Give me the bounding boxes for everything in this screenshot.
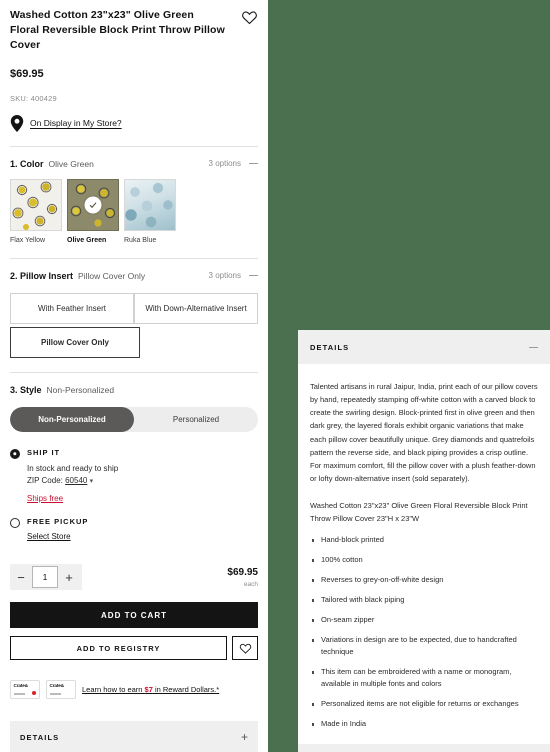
rewards-amount: $7: [144, 685, 153, 695]
free-pickup-label: FREE PICKUP: [27, 517, 89, 527]
delivery-options: SHIP IT In stock and ready to ship ZIP C…: [10, 448, 258, 545]
title-row: Washed Cotton 23"x23" Olive Green Floral…: [10, 8, 258, 54]
color-section-header[interactable]: 1. Color Olive Green 3 options: [10, 159, 258, 169]
details-overlay-panel: DETAILS Talented artisans in rural Jaipu…: [298, 330, 550, 752]
quantity-stepper: − 1 +: [10, 564, 82, 591]
details-body: Talented artisans in rural Jaipur, India…: [298, 380, 550, 730]
radio-free-pickup[interactable]: [10, 518, 20, 529]
credit-card-icon: Crate&: [10, 680, 40, 700]
favorite-heart-icon[interactable]: [241, 9, 258, 26]
color-section-number: 1. Color: [10, 158, 44, 169]
list-item: Reverses to grey-on-off-white design: [310, 574, 538, 586]
credit-card-icon: Crate&: [46, 680, 76, 700]
list-item: 100% cotton: [310, 554, 538, 566]
accordion-title: DETAILS: [20, 732, 60, 742]
select-store-link[interactable]: Select Store: [27, 532, 71, 541]
color-swatch-flax-yellow[interactable]: Flax Yellow: [10, 178, 62, 244]
list-item: This item can be embroidered with a name…: [310, 666, 538, 690]
insert-option-down-alternative[interactable]: With Down-Alternative Insert: [134, 292, 258, 324]
color-swatch-olive-green[interactable]: Olive Green: [67, 178, 119, 244]
color-option-count: 3 options: [208, 159, 241, 169]
style-section-header: 3. Style Non-Personalized: [10, 385, 258, 395]
quantity-row: − 1 + $69.95 each: [10, 564, 258, 591]
on-display-store-link[interactable]: On Display in My Store?: [30, 118, 122, 128]
quantity-input[interactable]: 1: [32, 566, 58, 589]
style-section-number: 3. Style: [10, 384, 42, 395]
rewards-text-before: Learn how to earn: [82, 685, 145, 695]
divider: [10, 371, 258, 373]
color-selected-value: Olive Green: [48, 158, 94, 169]
color-swatch-list: Flax Yellow Olive Green Ruka Blue: [10, 178, 258, 244]
add-to-cart-button[interactable]: ADD TO CART: [10, 602, 258, 629]
list-item: Hand-block printed: [310, 534, 538, 546]
color-swatch-ruka-blue[interactable]: Ruka Blue: [124, 178, 176, 244]
line-price-amount: $69.95: [227, 566, 258, 578]
style-selected-value: Non-Personalized: [46, 384, 115, 395]
wishlist-heart-icon[interactable]: [232, 636, 258, 661]
chevron-down-icon[interactable]: ▾: [90, 478, 94, 485]
zip-label: ZIP Code:: [27, 475, 63, 485]
card-brand-label: Crate&: [49, 683, 65, 689]
quantity-increase-button[interactable]: +: [58, 564, 80, 590]
stock-text: In stock and ready to ship: [27, 463, 119, 473]
insert-option-group: With Feather Insert With Down-Alternativ…: [10, 292, 258, 358]
location-pin-icon: [10, 114, 24, 132]
swatch-pattern-icon: [125, 179, 175, 230]
list-item: Tailored with black piping: [310, 594, 538, 606]
card-brand-label: Crate&: [13, 683, 29, 689]
insert-option-feather[interactable]: With Feather Insert: [10, 292, 134, 324]
radio-ship-it[interactable]: [10, 448, 20, 459]
list-item: On-seam zipper: [310, 614, 538, 626]
line-price: $69.95 each: [227, 567, 258, 588]
registry-row: ADD TO REGISTRY: [10, 636, 258, 661]
collapse-minus-icon[interactable]: [249, 275, 258, 277]
color-swatch-label: Flax Yellow: [10, 236, 46, 244]
product-name-dimensions: Washed Cotton 23"x23" Olive Green Floral…: [310, 501, 528, 524]
insert-section-number: 2. Pillow Insert: [10, 270, 74, 281]
style-toggle-group: Non-Personalized Personalized: [10, 406, 258, 432]
rewards-text-after: in Reward Dollars.*: [152, 685, 220, 695]
free-pickup-option[interactable]: FREE PICKUP Select Store: [10, 517, 258, 544]
screen: Washed Cotton 23"x23" Olive Green Floral…: [0, 0, 550, 752]
swatch-pattern-icon: [11, 179, 61, 230]
page-title: Washed Cotton 23"x23" Olive Green Floral…: [10, 9, 225, 52]
insert-section-header[interactable]: 2. Pillow Insert Pillow Cover Only 3 opt…: [10, 271, 258, 281]
collapse-minus-icon[interactable]: [249, 163, 258, 165]
style-segment-non-personalized[interactable]: Non-Personalized: [10, 406, 134, 432]
ship-it-label: SHIP IT: [27, 447, 61, 457]
details-accordion-header[interactable]: DETAILS: [298, 330, 550, 364]
rewards-row: Crate& Crate& Learn how to earn $7 in Re…: [10, 680, 258, 700]
insert-option-count: 3 options: [208, 271, 241, 281]
list-item: Personalized items are not eligible for …: [310, 698, 538, 710]
list-item: Variations in design are to be expected,…: [310, 634, 538, 658]
details-title: DETAILS: [310, 342, 350, 352]
product-price: $69.95: [10, 67, 44, 80]
ship-it-stock: In stock and ready to ship ZIP Code: 605…: [27, 463, 118, 488]
selected-check-icon: [84, 196, 102, 214]
dimensions-accordion-header[interactable]: DIMENSIONS: [298, 744, 550, 752]
quantity-decrease-button[interactable]: −: [10, 564, 32, 590]
product-sku: SKU: 400429: [10, 93, 57, 103]
divider: [10, 257, 258, 259]
store-availability-row[interactable]: On Display in My Store?: [10, 114, 258, 132]
collapse-minus-icon[interactable]: [529, 346, 538, 348]
rewards-link[interactable]: Learn how to earn $7 in Reward Dollars.*: [82, 685, 219, 694]
accordion-details-collapsed[interactable]: DETAILS +: [10, 721, 258, 752]
style-segment-personalized[interactable]: Personalized: [134, 407, 258, 432]
feature-list: Hand-block printed 100% cotton Reverses …: [310, 534, 538, 730]
insert-selected-value: Pillow Cover Only: [78, 270, 146, 281]
ships-free-link[interactable]: Ships free: [27, 494, 118, 503]
product-description: Talented artisans in rural Jaipur, India…: [310, 382, 538, 483]
list-item: Made in India: [310, 718, 538, 730]
color-swatch-label: Ruka Blue: [124, 236, 157, 244]
line-price-unit: each: [243, 580, 258, 588]
insert-option-cover-only[interactable]: Pillow Cover Only: [10, 326, 140, 358]
ship-it-option[interactable]: SHIP IT In stock and ready to ship ZIP C…: [10, 447, 258, 503]
add-to-registry-button[interactable]: ADD TO REGISTRY: [10, 636, 227, 661]
expand-plus-icon[interactable]: +: [241, 731, 248, 743]
divider: [10, 145, 258, 147]
color-swatch-label: Olive Green: [67, 236, 107, 244]
zip-code-value[interactable]: 60540: [65, 476, 87, 485]
product-detail-panel: Washed Cotton 23"x23" Olive Green Floral…: [0, 0, 268, 752]
